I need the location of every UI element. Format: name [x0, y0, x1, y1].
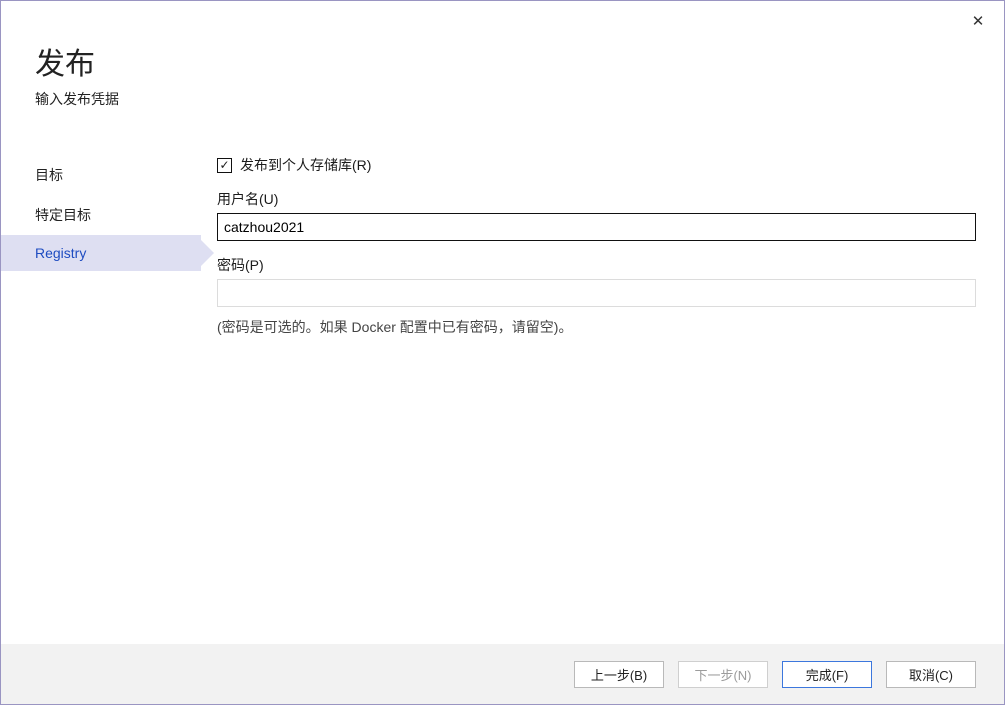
dialog-footer: 上一步(B) 下一步(N) 完成(F) 取消(C)	[1, 644, 1004, 704]
next-button: 下一步(N)	[678, 661, 768, 688]
sidebar-item-target[interactable]: 目标	[1, 155, 201, 195]
username-label: 用户名(U)	[217, 189, 976, 209]
back-button[interactable]: 上一步(B)	[574, 661, 664, 688]
finish-button[interactable]: 完成(F)	[782, 661, 872, 688]
dialog-subtitle: 输入发布凭据	[35, 89, 970, 109]
publish-personal-checkbox[interactable]: ✓	[217, 158, 232, 173]
publish-personal-label: 发布到个人存储库(R)	[240, 155, 371, 175]
close-button[interactable]: ✕	[962, 7, 994, 35]
dialog-title: 发布	[35, 39, 970, 83]
form-content: ✓ 发布到个人存储库(R) 用户名(U) 密码(P) (密码是可选的。如果 Do…	[201, 141, 976, 644]
sidebar-item-label: 特定目标	[35, 207, 91, 223]
password-input[interactable]	[217, 279, 976, 307]
publish-personal-row: ✓ 发布到个人存储库(R)	[217, 155, 976, 175]
dialog-body: 目标 特定目标 Registry ✓ 发布到个人存储库(R) 用户名(U) 密码…	[1, 119, 1004, 644]
sidebar-item-label: 目标	[35, 167, 63, 183]
sidebar: 目标 特定目标 Registry	[1, 141, 201, 644]
sidebar-item-specific-target[interactable]: 特定目标	[1, 195, 201, 235]
close-icon: ✕	[972, 12, 985, 30]
username-input[interactable]	[217, 213, 976, 241]
dialog-header: 发布 输入发布凭据	[1, 1, 1004, 119]
cancel-button[interactable]: 取消(C)	[886, 661, 976, 688]
password-label: 密码(P)	[217, 255, 976, 275]
check-icon: ✓	[219, 159, 229, 171]
password-hint: (密码是可选的。如果 Docker 配置中已有密码，请留空)。	[217, 317, 976, 337]
sidebar-item-label: Registry	[35, 245, 86, 261]
sidebar-item-registry[interactable]: Registry	[1, 235, 201, 271]
